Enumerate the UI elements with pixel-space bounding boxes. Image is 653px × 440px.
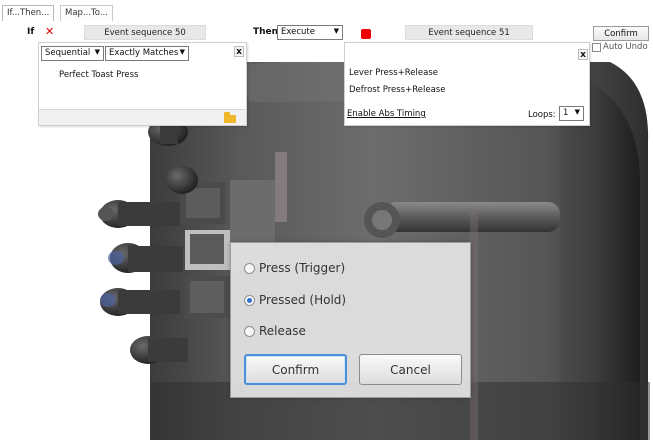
- option-press-trigger[interactable]: Press (Trigger): [244, 261, 345, 275]
- then-action-panel: x Lever Press+Release Defrost Press+Rele…: [344, 42, 590, 126]
- red-stop-icon[interactable]: [361, 29, 371, 39]
- close-icon[interactable]: x: [234, 46, 244, 57]
- if-sequence-field[interactable]: Event sequence 50: [84, 25, 206, 40]
- checkbox-box: [592, 42, 601, 52]
- then-item-lever-press-release[interactable]: Lever Press+Release: [349, 68, 438, 78]
- option-release[interactable]: Release: [244, 324, 306, 338]
- enable-abs-timing-link[interactable]: Enable Abs Timing: [347, 109, 426, 119]
- confirm-button[interactable]: Confirm: [244, 354, 347, 385]
- option-label: Release: [259, 324, 306, 338]
- option-pressed-hold[interactable]: Pressed (Hold): [244, 293, 346, 307]
- tab-if-then[interactable]: If...Then...: [2, 5, 55, 21]
- match-mode-value: Exactly Matches: [109, 48, 179, 58]
- tab-strip: If...Then... Map...To...: [0, 0, 653, 22]
- if-panel-footer: [39, 109, 246, 125]
- then-action-select[interactable]: Execute ▼: [277, 25, 343, 40]
- chevron-down-icon: ▼: [333, 27, 339, 35]
- red-x-icon[interactable]: ✕: [45, 25, 54, 38]
- then-sequence-field[interactable]: Event sequence 51: [405, 25, 533, 40]
- chevron-down-icon: ▼: [179, 48, 185, 56]
- if-item-perfect-toast-press[interactable]: Perfect Toast Press: [59, 70, 138, 80]
- confirm-rule-button[interactable]: Confirm: [593, 26, 649, 41]
- then-action-value: Execute: [281, 27, 315, 37]
- press-mode-dialog: Press (Trigger) Pressed (Hold) Release C…: [230, 242, 471, 398]
- then-item-defrost-press-release[interactable]: Defrost Press+Release: [349, 85, 445, 95]
- chevron-down-icon: ▼: [574, 108, 580, 116]
- folder-icon[interactable]: [224, 112, 236, 123]
- if-condition-panel: Sequential ▼ Exactly Matches ▼ x Perfect…: [38, 42, 247, 126]
- loops-value: 1: [563, 108, 569, 118]
- loops-label: Loops:: [528, 110, 556, 120]
- option-label: Press (Trigger): [259, 261, 346, 275]
- chevron-down-icon: ▼: [94, 48, 100, 56]
- match-mode-select[interactable]: Exactly Matches ▼: [105, 46, 189, 61]
- rule-row: If ✕ Event sequence 50 Then Execute ▼ Ev…: [0, 22, 653, 52]
- tab-map-to[interactable]: Map...To...: [60, 5, 113, 21]
- radio-button[interactable]: [244, 262, 255, 274]
- radio-button[interactable]: [244, 325, 255, 337]
- order-mode-value: Sequential: [45, 48, 91, 58]
- close-icon[interactable]: x: [578, 49, 588, 60]
- auto-undo-checkbox[interactable]: Auto Undo: [592, 42, 648, 52]
- radio-button-selected[interactable]: [244, 294, 255, 306]
- if-label: If: [27, 27, 35, 37]
- loops-select[interactable]: 1 ▼: [559, 106, 584, 121]
- cancel-button[interactable]: Cancel: [359, 354, 462, 385]
- option-label: Pressed (Hold): [259, 293, 347, 307]
- order-mode-select[interactable]: Sequential ▼: [41, 46, 104, 61]
- auto-undo-label: Auto Undo: [603, 42, 648, 52]
- then-label: Then: [253, 27, 279, 37]
